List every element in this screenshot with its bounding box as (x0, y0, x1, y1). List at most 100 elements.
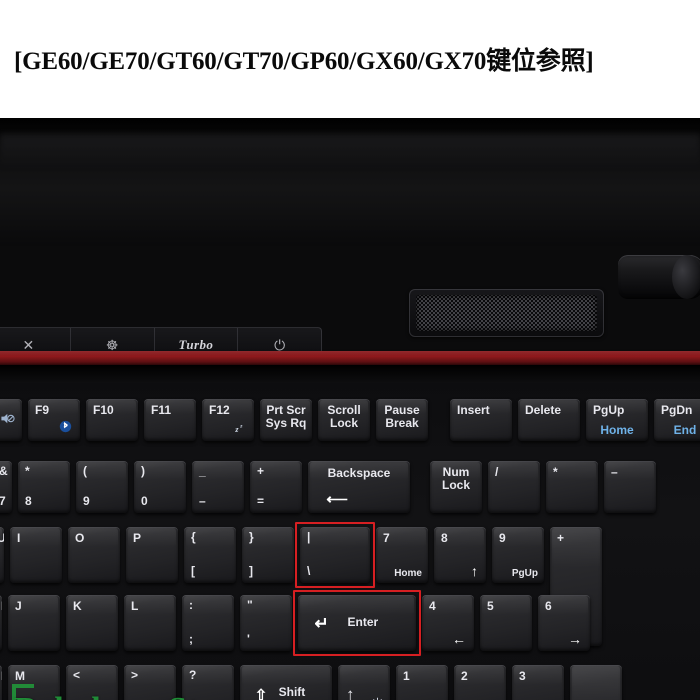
key-0[interactable]: ) 0 (134, 461, 186, 513)
key-numpad-2[interactable]: 2↓ (454, 665, 506, 700)
key-legend: PgDn (661, 403, 693, 417)
key-legend-base: 8 (25, 494, 32, 508)
key-numpad-divide[interactable]: / (488, 461, 540, 513)
key-p[interactable]: P (126, 527, 178, 583)
key-bracket-left[interactable]: {[ (184, 527, 236, 583)
key-legend-shift: } (249, 530, 254, 544)
key-legend: Shift (278, 685, 306, 700)
key-legend-base: ; (189, 632, 193, 646)
key-numpad-1[interactable]: 1End (396, 665, 448, 700)
laptop-keyboard-photo: ✕ ☸ Turbo ⏻ F9 F10 F11 F12 z z Prt Scr Sys Rq Scro… (0, 118, 700, 700)
key-legend: 4 (429, 599, 436, 613)
key-delete[interactable]: Delete (518, 399, 580, 441)
key-page-up[interactable]: PgUp Home (586, 399, 648, 441)
key-pause-break[interactable]: Pause Break (376, 399, 428, 441)
page-title-bar: [GE60/GE70/GT60/GT70/GP60/GX60/GX70键位参照] (0, 0, 700, 118)
key-u[interactable]: U (0, 527, 4, 583)
key-numpad-9[interactable]: 9 PgUp (492, 527, 544, 583)
key-bracket-right[interactable]: }] (242, 527, 294, 583)
key-row-function-row: F9 F10 F11 F12 z z Prt Scr Sys Rq Scroll Lock Pa… (0, 399, 700, 441)
key-f10[interactable]: F10 (86, 399, 138, 441)
key-semicolon[interactable]: :; (182, 595, 234, 651)
cooler-boost-x-icon: ✕ (22, 337, 35, 353)
key-j[interactable]: J (8, 595, 60, 651)
key-legend: Pause Break (384, 403, 420, 430)
key-7[interactable]: &7 (0, 461, 12, 513)
key-row-number-row: &7*8(9)0_–+=Backspace⟵Num Lock/*– (0, 461, 662, 513)
key-numpad-6[interactable]: 6 → (538, 595, 590, 651)
key-legend-base: [ (191, 564, 195, 578)
key-o[interactable]: O (68, 527, 120, 583)
key-f8[interactable] (0, 399, 22, 441)
key-comma[interactable]: <, (66, 665, 118, 700)
key-numpad-5[interactable]: 5 (480, 595, 532, 651)
key-legend: Prt Scr Sys Rq (265, 403, 307, 430)
key-f11[interactable]: F11 (144, 399, 196, 441)
key-9[interactable]: (9 (76, 461, 128, 513)
key-legend-base: 9 (83, 494, 90, 508)
key-f9[interactable]: F9 (28, 399, 80, 441)
key-sub-legend: PgUp (511, 568, 538, 579)
key-i[interactable]: I (10, 527, 62, 583)
key-insert[interactable]: Insert (450, 399, 512, 441)
key-period[interactable]: >. (124, 665, 176, 700)
key-legend: N (1, 670, 2, 683)
key-numpad-multiply[interactable]: * (546, 461, 598, 513)
key-legend: P (133, 531, 142, 545)
key-numpad-8[interactable]: 8 ↑ (434, 527, 486, 583)
key-legend-shift: { (191, 530, 196, 544)
key-legend-base: \ (307, 564, 311, 578)
key-k[interactable]: K (66, 595, 118, 651)
key-legend: Scroll Lock (327, 403, 361, 430)
mute-x-icon (0, 411, 15, 429)
sleep-z-icon: zz (233, 422, 249, 438)
key-row-home-row: HJK L:;"'Enter↵4← 5 6→ (0, 595, 596, 651)
key-scroll-lock[interactable]: Scroll Lock (318, 399, 370, 441)
key-arrow-up[interactable]: ↑ (338, 665, 390, 700)
key-legend: 7 (383, 531, 390, 545)
key-enter[interactable]: Enter ↵ (298, 595, 416, 651)
key-legend-base: ] (249, 564, 253, 578)
key-m[interactable]: M (8, 665, 60, 700)
key-equals[interactable]: + = (250, 461, 302, 513)
key-numpad-3[interactable]: 3PgDn (512, 665, 564, 700)
key-arrow-glyph: ↑ (471, 563, 478, 579)
speaker-grille (409, 289, 604, 337)
key-legend-shift: < (73, 668, 81, 682)
key-right-shift[interactable]: Shift ⇧ (240, 665, 332, 700)
key-num-lock[interactable]: Num Lock (430, 461, 482, 513)
key-f12[interactable]: F12 z z (202, 399, 254, 441)
key-legend: 5 (487, 599, 494, 613)
key-n[interactable]: N (0, 665, 2, 700)
power-icon: ⏻ (274, 337, 286, 353)
key-slash[interactable]: ?/ (182, 665, 234, 700)
key-sub-legend: End (673, 423, 697, 437)
key-legend: Delete (525, 403, 562, 417)
key-legend-shift: ) (141, 464, 145, 478)
speaker-mesh (416, 295, 597, 331)
key-h[interactable]: H (0, 595, 2, 651)
key-legend-shift: _ (199, 464, 206, 478)
key-backslash[interactable]: | \ (300, 527, 370, 583)
key-legend: K (73, 599, 82, 613)
fan-icon: ☸ (105, 337, 119, 353)
key-quote[interactable]: " ' (240, 595, 292, 651)
key-minus[interactable]: _ – (192, 461, 244, 513)
key-legend: PgUp (593, 403, 625, 417)
key-backspace[interactable]: Backspace ⟵ (308, 461, 410, 513)
key-legend: 9 (499, 531, 506, 545)
keyboard-deck: F9 F10 F11 F12 z z Prt Scr Sys Rq Scroll Lock Pa… (0, 383, 700, 700)
key-8[interactable]: * 8 (18, 461, 70, 513)
key-legend-shift: ( (83, 464, 87, 478)
key-legend-shift: + (257, 464, 265, 478)
key-numpad-enter[interactable]: Enter (570, 665, 622, 700)
key-legend-shift: ? (189, 668, 197, 682)
key-numpad-minus[interactable]: – (604, 461, 656, 513)
key-numpad-4[interactable]: 4 ← (422, 595, 474, 651)
key-l[interactable]: L (124, 595, 176, 651)
key-arrow-glyph: ↵ (314, 613, 329, 633)
key-numpad-7[interactable]: 7 Home (376, 527, 428, 583)
key-print-screen[interactable]: Prt Scr Sys Rq (260, 399, 312, 441)
key-page-down[interactable]: PgDn End (654, 399, 700, 441)
key-legend: L (131, 599, 139, 613)
